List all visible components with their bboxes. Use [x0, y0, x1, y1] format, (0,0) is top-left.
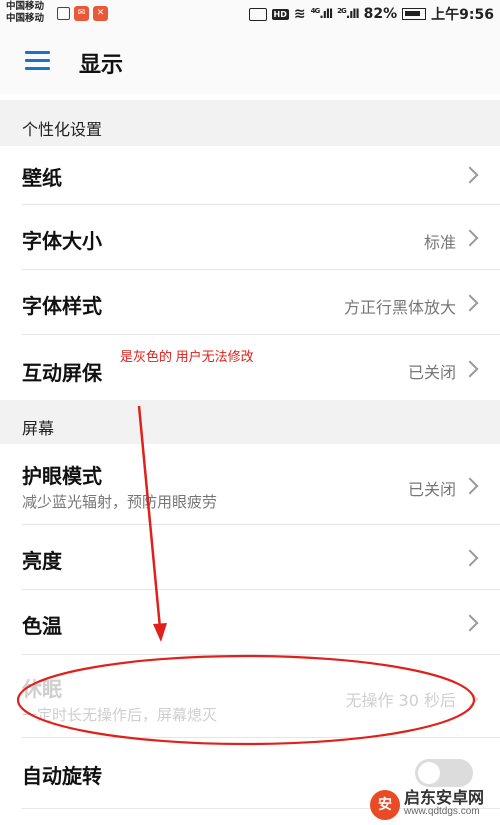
- section-header-personalization: 个性化设置: [0, 100, 500, 146]
- setting-font-size[interactable]: 字体大小 标准: [0, 205, 500, 269]
- app-notification-icon-2: ✕: [93, 6, 108, 21]
- setting-brightness[interactable]: 亮度: [0, 525, 500, 589]
- battery-percent: 82%: [363, 6, 398, 22]
- setting-label: 自动旋转: [22, 764, 102, 788]
- battery-icon: [402, 8, 427, 20]
- setting-interactive-screensaver[interactable]: 互动屏保 已关闭: [0, 335, 500, 399]
- setting-description: 一定时长无操作后，屏幕熄灭: [22, 706, 218, 724]
- setting-font-style[interactable]: 字体样式 方正行黑体放大: [0, 270, 500, 334]
- chevron-right-icon: [461, 690, 479, 708]
- chevron-right-icon: [461, 229, 479, 247]
- setting-label: 壁纸: [22, 166, 62, 190]
- carrier-labels: 中国移动 中国移动: [6, 1, 44, 25]
- setting-wallpaper[interactable]: 壁纸: [0, 146, 500, 204]
- setting-eye-comfort[interactable]: 护眼模式 减少蓝光辐射，预防用眼疲劳 已关闭: [0, 444, 500, 524]
- app-notification-icon: ✉: [74, 6, 89, 21]
- signal-4g-icon: 4G.ıll: [310, 7, 334, 21]
- status-bar: 中国移动 中国移动 ✉ ✕ HD ≋ 4G.ıll 2G.ıll 82% 上午9…: [0, 0, 500, 28]
- setting-sleep: 休眠 一定时长无操作后，屏幕熄灭 无操作 30 秒后: [0, 655, 500, 737]
- chevron-right-icon: [461, 614, 479, 632]
- chevron-right-icon: [461, 477, 479, 495]
- annotation-text: 是灰色的 用户无法修改: [120, 349, 254, 364]
- setting-color-temperature[interactable]: 色温: [0, 590, 500, 654]
- setting-label: 色温: [22, 614, 62, 638]
- setting-label: 亮度: [22, 549, 62, 573]
- setting-value: 方正行黑体放大: [343, 298, 456, 317]
- watermark-name: 启东安卓网: [404, 788, 485, 807]
- watermark-logo-icon: 安: [370, 790, 400, 820]
- setting-label: 字体样式: [22, 294, 102, 318]
- watermark: 安 启东安卓网 www.qdtdgs.com: [370, 790, 484, 820]
- carrier-2: 中国移动: [6, 13, 45, 24]
- notification-icons: ✉ ✕: [57, 6, 108, 21]
- hd-voice-icon: HD: [271, 8, 289, 20]
- section-header-screen: 屏幕: [0, 400, 500, 444]
- signal-2g-icon: 2G.ıll: [337, 7, 360, 21]
- auto-rotate-toggle[interactable]: [415, 759, 473, 787]
- hamburger-menu-icon[interactable]: [25, 51, 50, 71]
- chevron-right-icon: [461, 166, 479, 184]
- setting-value: 无操作 30 秒后: [345, 691, 456, 710]
- setting-label: 护眼模式: [22, 464, 102, 488]
- clock: 上午9:56: [431, 7, 494, 23]
- app-bar: 显示: [0, 28, 500, 94]
- chevron-right-icon: [461, 360, 479, 378]
- setting-label: 休眠: [22, 677, 62, 701]
- setting-value: 已关闭: [407, 480, 456, 499]
- chevron-right-icon: [461, 549, 479, 567]
- cast-icon: [248, 7, 267, 21]
- setting-label: 字体大小: [22, 229, 102, 253]
- sim-card-icon: [57, 7, 70, 20]
- setting-label: 互动屏保: [22, 361, 102, 385]
- wifi-icon: ≋: [293, 6, 306, 22]
- setting-value: 已关闭: [407, 363, 456, 382]
- setting-description: 减少蓝光辐射，预防用眼疲劳: [22, 493, 218, 511]
- watermark-url: www.qdtdgs.com: [404, 806, 480, 817]
- setting-value: 标准: [423, 233, 456, 252]
- page-title: 显示: [79, 53, 124, 78]
- carrier-1: 中国移动: [6, 1, 45, 12]
- status-icons: HD ≋ 4G.ıll 2G.ıll 82% 上午9:56: [248, 4, 494, 24]
- chevron-right-icon: [461, 294, 479, 312]
